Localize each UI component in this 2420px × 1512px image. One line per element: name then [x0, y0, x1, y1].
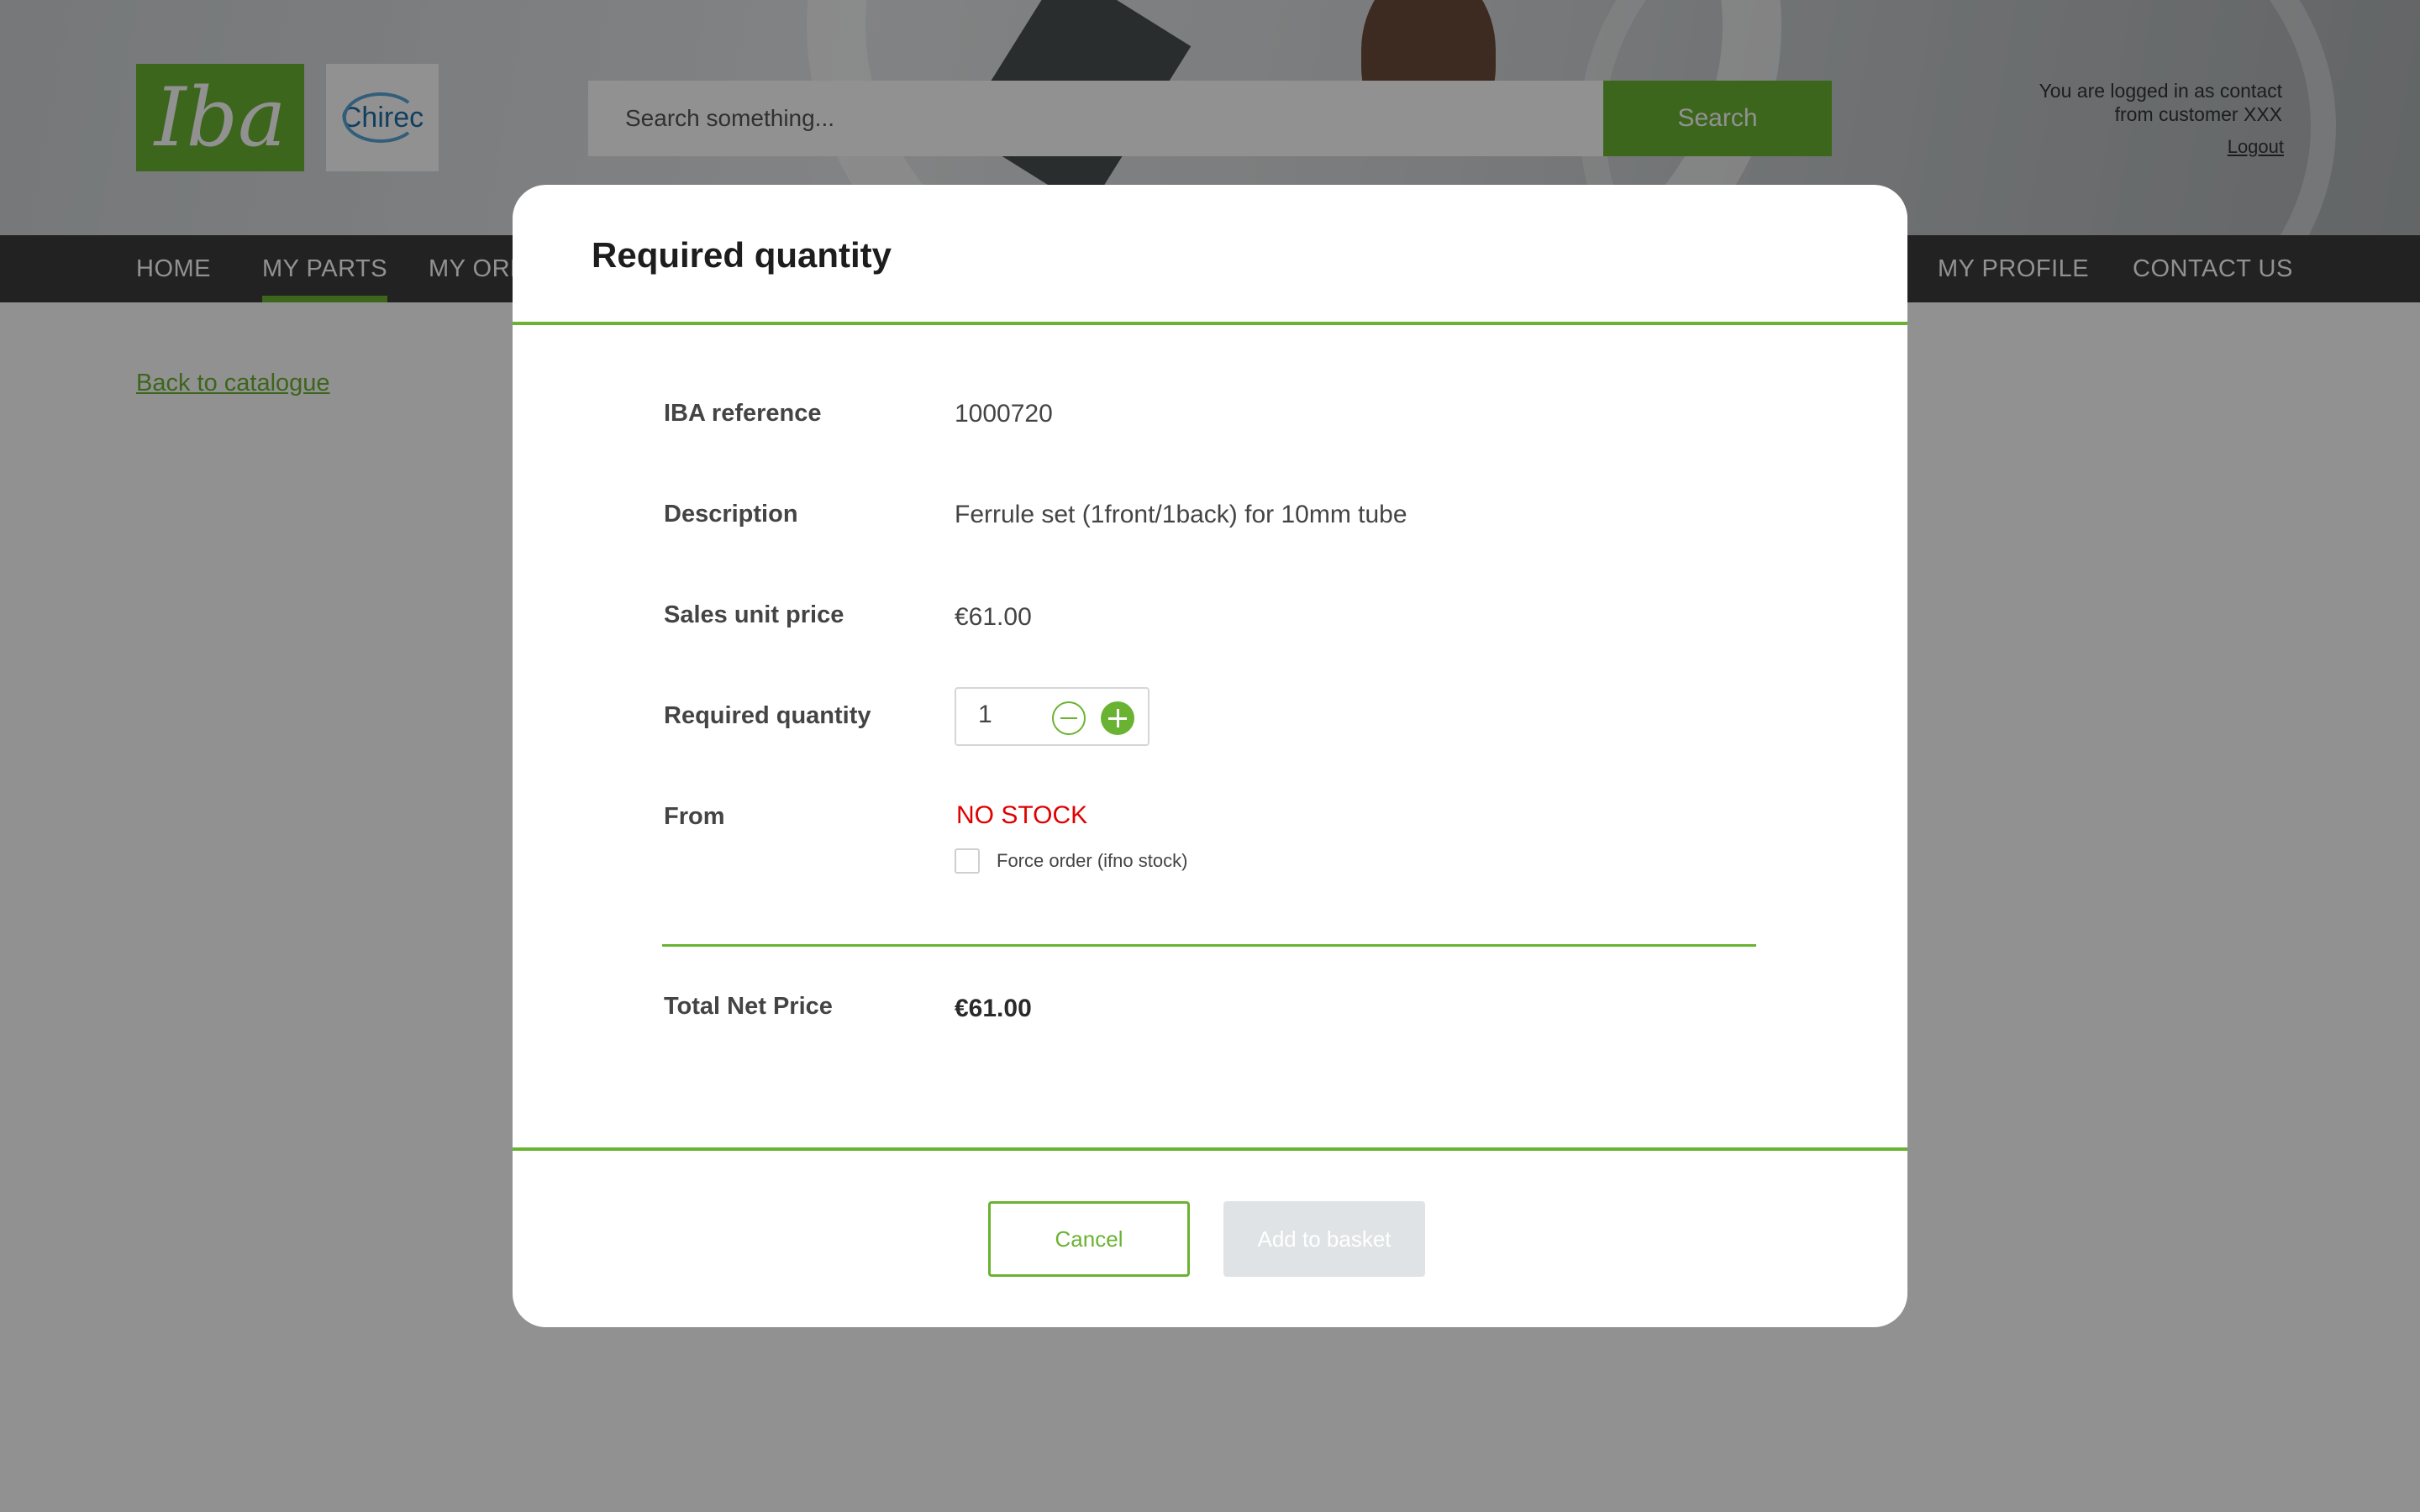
- total-net-price-label: Total Net Price: [664, 993, 833, 1020]
- iba-reference-value: 1000720: [955, 400, 1053, 428]
- force-order-checkbox[interactable]: [955, 848, 980, 874]
- force-order-label[interactable]: Force order (ifno stock): [997, 850, 1187, 872]
- cancel-button[interactable]: Cancel: [988, 1201, 1190, 1277]
- plus-icon: [1108, 709, 1127, 727]
- quantity-input[interactable]: 1: [978, 701, 992, 729]
- dialog-title: Required quantity: [592, 235, 892, 275]
- divider: [513, 322, 1907, 325]
- increment-button[interactable]: [1101, 701, 1134, 735]
- unit-price-label: Sales unit price: [664, 601, 844, 628]
- description-value: Ferrule set (1front/1back) for 10mm tube: [955, 501, 1407, 528]
- divider: [513, 1147, 1907, 1151]
- description-label: Description: [664, 501, 798, 528]
- required-quantity-label: Required quantity: [664, 702, 871, 729]
- unit-price-value: €61.00: [955, 603, 1032, 631]
- add-to-basket-button[interactable]: Add to basket: [1223, 1201, 1425, 1277]
- divider: [662, 944, 1756, 947]
- quantity-stepper: 1: [955, 687, 1150, 746]
- iba-reference-label: IBA reference: [664, 400, 822, 427]
- decrement-button[interactable]: [1052, 701, 1086, 735]
- stock-status: NO STOCK: [956, 801, 1088, 829]
- total-net-price-value: €61.00: [955, 995, 1032, 1022]
- from-label: From: [664, 803, 725, 830]
- required-quantity-dialog: Required quantity IBA reference 1000720 …: [513, 185, 1907, 1327]
- minus-icon: [1060, 717, 1077, 719]
